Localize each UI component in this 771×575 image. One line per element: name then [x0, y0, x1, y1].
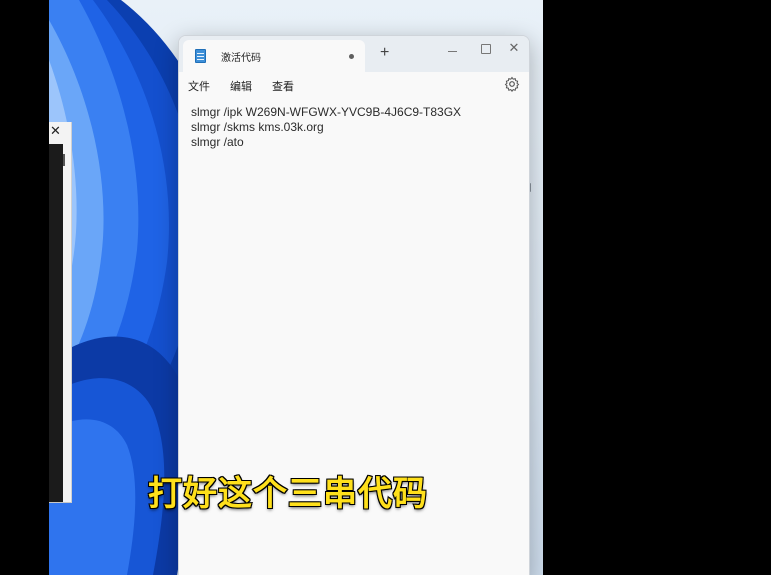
video-subtitle: 打好这个三串代码 — [147, 474, 428, 514]
menu-view[interactable]: 查看 — [272, 78, 294, 94]
close-icon[interactable]: ✕ — [50, 124, 61, 138]
close-button[interactable]: ✕ — [497, 38, 529, 60]
editor-line: slmgr /ato — [191, 135, 244, 149]
gear-icon[interactable] — [504, 76, 520, 92]
title-bar[interactable]: 激活代码 + ✕ — [179, 36, 529, 72]
tab-title: 激活代码 — [221, 53, 261, 64]
text-cursor — [63, 154, 65, 166]
unsaved-dot-icon[interactable] — [349, 54, 354, 59]
new-tab-button[interactable]: + — [380, 43, 389, 63]
menu-file[interactable]: 文件 — [188, 78, 210, 94]
background-dialog-panel — [49, 144, 63, 502]
tab-activation-code[interactable]: 激活代码 — [183, 40, 365, 72]
maximize-icon — [481, 44, 491, 54]
minimize-button[interactable] — [435, 38, 469, 60]
minimize-icon — [447, 51, 457, 52]
notepad-icon — [195, 49, 206, 63]
menu-edit[interactable]: 编辑 — [230, 78, 252, 94]
menu-bar: 文件 编辑 查看 — [179, 72, 529, 98]
editor-line: slmgr /skms kms.03k.org — [191, 120, 324, 134]
editor-line: slmgr /ipk W269N-WFGWX-YVC9B-4J6C9-T83GX — [191, 105, 462, 119]
background-dialog-window[interactable]: ✕ — [49, 122, 72, 503]
